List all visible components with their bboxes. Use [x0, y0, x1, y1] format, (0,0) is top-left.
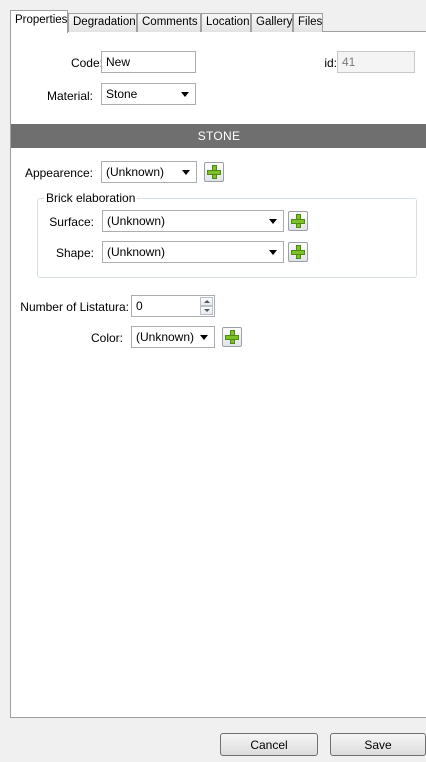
code-input[interactable]: New: [101, 51, 196, 73]
color-select[interactable]: (Unknown): [131, 326, 215, 348]
surface-select-value: (Unknown): [107, 214, 166, 228]
material-select-value: Stone: [106, 87, 138, 101]
spin-up-icon[interactable]: [200, 297, 213, 306]
tab-comments[interactable]: Comments: [137, 13, 201, 32]
id-label: id:: [324, 56, 337, 70]
add-appearance-button[interactable]: [204, 162, 224, 182]
appearance-select[interactable]: (Unknown): [101, 161, 197, 183]
brick-elaboration-group: Brick elaboration Surface: (Unknown) Sha…: [37, 191, 417, 278]
shape-select-value: (Unknown): [107, 245, 166, 259]
tab-degradation[interactable]: Degradation: [68, 13, 137, 32]
brick-elaboration-legend: Brick elaboration: [44, 191, 138, 205]
appearance-label: Appearence:: [24, 166, 93, 180]
add-color-button[interactable]: [222, 327, 242, 347]
material-select[interactable]: Stone: [101, 83, 196, 105]
surface-select[interactable]: (Unknown): [102, 210, 284, 232]
listatura-number-label: Number of Listatura:: [20, 300, 129, 314]
code-label: Code:: [70, 56, 103, 70]
shape-label: Shape:: [55, 246, 94, 260]
listatura-number-value: 0: [136, 299, 143, 313]
tab-gallery[interactable]: Gallery: [251, 13, 293, 32]
dropdown-arrow-icon: [182, 170, 190, 175]
add-surface-button[interactable]: [288, 211, 308, 231]
save-button[interactable]: Save: [330, 733, 426, 756]
add-shape-button[interactable]: [288, 242, 308, 262]
tab-files[interactable]: Files: [293, 13, 323, 32]
tab-location[interactable]: Location: [201, 13, 251, 32]
color-select-value: (Unknown): [136, 330, 195, 344]
properties-panel: Code: New id: 41 Material: Stone STONE A…: [10, 32, 426, 718]
dropdown-arrow-icon: [181, 92, 189, 97]
shape-select[interactable]: (Unknown): [102, 241, 284, 263]
color-label: Color:: [90, 331, 123, 345]
tab-bar: Properties Degradation Comments Location…: [10, 10, 426, 33]
dropdown-arrow-icon: [200, 335, 208, 340]
appearance-select-value: (Unknown): [106, 165, 165, 179]
cancel-button[interactable]: Cancel: [220, 733, 318, 756]
id-field: 41: [337, 51, 415, 73]
spin-down-icon[interactable]: [200, 306, 213, 315]
listatura-number-spinner[interactable]: 0: [131, 295, 215, 317]
section-header: STONE: [11, 124, 426, 148]
tab-properties[interactable]: Properties: [10, 10, 68, 33]
dropdown-arrow-icon: [269, 219, 277, 224]
dropdown-arrow-icon: [269, 250, 277, 255]
material-label: Material:: [46, 89, 93, 103]
surface-label: Surface:: [49, 215, 94, 229]
